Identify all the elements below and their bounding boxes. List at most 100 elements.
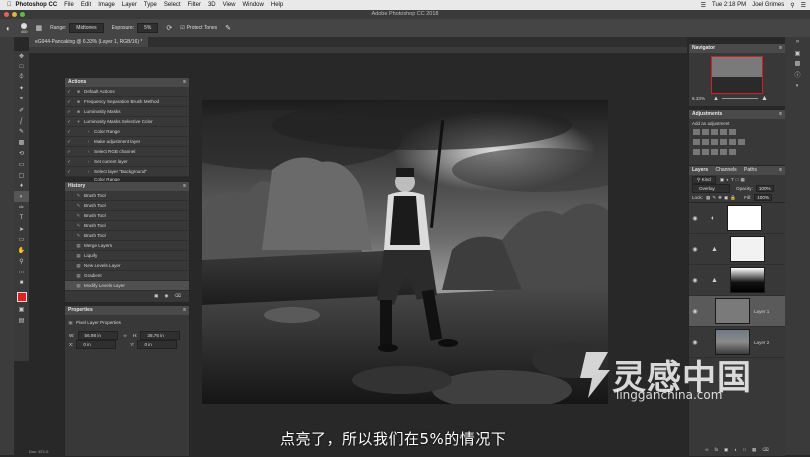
hue-sat-icon[interactable] (693, 139, 700, 145)
panel-collapse-icon[interactable]: » (785, 37, 810, 48)
user-name[interactable]: Joel Grimes (752, 2, 784, 8)
check-icon[interactable]: ✓ (65, 119, 73, 125)
trash-icon[interactable]: ⌫ (175, 293, 182, 299)
check-icon[interactable]: ✓ (65, 89, 73, 95)
pen-tool-icon[interactable]: ✑ (14, 202, 29, 213)
history-row[interactable]: ▦ Liquify (65, 251, 189, 261)
actions-panel-header[interactable]: Actions ≡ (65, 78, 189, 87)
eyedropper-tool-icon[interactable]: ✐ (14, 105, 29, 116)
quick-select-tool-icon[interactable]: ✦ (14, 83, 29, 94)
history-row[interactable]: ✎ Brush Tool (65, 201, 189, 211)
screen-mode-icon[interactable]: ▤ (14, 315, 29, 326)
check-icon[interactable]: ✓ (65, 129, 73, 135)
bw-icon[interactable] (711, 139, 718, 145)
menu-view[interactable]: View (223, 2, 236, 8)
type-tool-icon[interactable]: T (14, 213, 29, 224)
history-row[interactable]: ▦ Gradient (65, 271, 189, 281)
brush-preset-picker[interactable]: 400 (21, 22, 28, 34)
healing-tool-icon[interactable]: ⎛ (14, 116, 29, 127)
history-row[interactable]: ▦ Merge Layers (65, 241, 189, 251)
layer-row-selected[interactable]: ◉ Layer 1 (689, 296, 785, 327)
clock[interactable]: Tue 2:18 PM (712, 2, 746, 8)
search-icon[interactable]: ⚲ (790, 2, 794, 9)
default-colors-icon[interactable]: ■ (14, 278, 29, 289)
menu-type[interactable]: Type (144, 2, 157, 8)
tab-channels[interactable]: Channels (716, 167, 737, 173)
action-row[interactable]: ✓ ▾ Luminosity Masks Selective Color (65, 117, 189, 127)
history-row[interactable]: ✎ Brush Tool (65, 191, 189, 201)
minimize-window-button[interactable] (12, 12, 17, 17)
expand-arrow-icon[interactable]: › (83, 159, 94, 164)
action-row[interactable]: ✓ › Set current layer (65, 157, 189, 167)
action-row[interactable]: ✓ › Make adjustment layer (65, 137, 189, 147)
navigator-zoom[interactable]: 6.33% (692, 96, 705, 101)
check-icon[interactable]: ✓ (65, 149, 73, 155)
shape-tool-icon[interactable]: ▭ (14, 235, 29, 246)
histogram-icon[interactable]: ▩ (785, 59, 810, 70)
fx-icon[interactable]: fx (714, 447, 718, 452)
panel-menu-icon[interactable]: ≡ (183, 306, 186, 315)
vibrance-icon[interactable] (729, 129, 736, 135)
brightness-icon[interactable] (693, 129, 700, 135)
marquee-tool-icon[interactable]: □ (14, 62, 29, 73)
curves-icon[interactable] (711, 129, 718, 135)
exposure-icon[interactable] (720, 129, 727, 135)
document-canvas-image[interactable] (202, 100, 608, 404)
width-field[interactable]: 56.98 in (77, 331, 118, 340)
range-select[interactable]: Midtones (69, 23, 104, 33)
exposure-input[interactable]: 5% (137, 23, 159, 33)
navigator-panel-header[interactable]: Navigator ≡ (689, 44, 785, 53)
panel-menu-icon[interactable]: ≡ (779, 110, 782, 119)
eye-icon[interactable]: ◉ (689, 246, 701, 253)
layer-name[interactable]: Layer 2 (754, 340, 769, 345)
action-row[interactable]: ✓ › Select layer "Background" (65, 167, 189, 177)
lasso-tool-icon[interactable]: ⦽ (14, 73, 29, 84)
check-icon[interactable]: ✓ (65, 139, 73, 145)
menu-layer[interactable]: Layer (122, 2, 137, 8)
menu-app[interactable]: Photoshop CC (16, 2, 58, 8)
new-layer-icon[interactable]: ▦ (752, 447, 756, 453)
action-row[interactable]: ✓ ■ Frequency Separation Brush Method (65, 97, 189, 107)
eye-icon[interactable]: ◉ (689, 277, 701, 284)
dodge-tool-icon-active[interactable]: ◐ (14, 191, 29, 203)
panel-menu-icon[interactable]: ≡ (779, 44, 782, 53)
new-group-icon[interactable]: □ (743, 447, 746, 452)
dodge-tool-icon[interactable]: ◐ (6, 24, 11, 33)
photo-filter-icon[interactable] (720, 139, 727, 145)
action-row[interactable]: ✓ ■ Luminosity Masks (65, 107, 189, 117)
link-icon[interactable]: ∞ (124, 333, 127, 338)
tab-layers[interactable]: Layers (692, 167, 708, 173)
menu-edit[interactable]: Edit (81, 2, 91, 8)
layer-row[interactable]: ◉ ▲ (689, 265, 785, 296)
adjustments-panel-header[interactable]: Adjustments ≡ (689, 110, 785, 119)
panel-menu-icon[interactable]: ≡ (183, 78, 186, 87)
hand-tool-icon[interactable]: ✋ (14, 245, 29, 256)
posterize-icon[interactable] (702, 149, 709, 155)
action-row[interactable]: ✓ › Color Range (65, 127, 189, 137)
history-row[interactable]: ✎ Brush Tool (65, 211, 189, 221)
zoom-in-icon[interactable]: ▲ (761, 95, 768, 102)
layer-mask-thumb[interactable] (729, 236, 765, 262)
link-layers-icon[interactable]: ∞ (705, 447, 708, 452)
check-icon[interactable]: ✓ (65, 159, 73, 165)
zoom-window-button[interactable] (20, 12, 25, 17)
eraser-tool-icon[interactable]: ▭ (14, 159, 29, 170)
menu-list-icon[interactable]: ☰ (801, 2, 806, 9)
path-select-tool-icon[interactable]: ➤ (14, 224, 29, 235)
height-field[interactable]: 38.76 in (140, 331, 181, 340)
menu-window[interactable]: Window (243, 2, 264, 8)
levels-icon[interactable] (702, 129, 709, 135)
info-icon[interactable]: ⓘ (785, 69, 810, 80)
navigator-icon[interactable]: ▣ (785, 48, 810, 59)
properties-panel-header[interactable]: Properties ≡ (65, 306, 189, 315)
layer-name[interactable]: Layer 1 (754, 309, 769, 314)
blend-mode-select[interactable]: Overlay (692, 184, 730, 193)
trash-icon[interactable]: ⌫ (762, 447, 769, 453)
expand-arrow-icon[interactable]: › (83, 149, 94, 154)
filter-icons[interactable]: ▣◐T□▦ (720, 177, 747, 183)
lookup-icon[interactable] (738, 139, 745, 145)
action-row[interactable]: ✓ ■ Default Actions (65, 87, 189, 97)
action-row[interactable]: ✓ › Select RGB channel (65, 147, 189, 157)
eye-icon[interactable]: ◉ (689, 339, 701, 346)
gradient-tool-icon[interactable]: ▢ (14, 170, 29, 181)
